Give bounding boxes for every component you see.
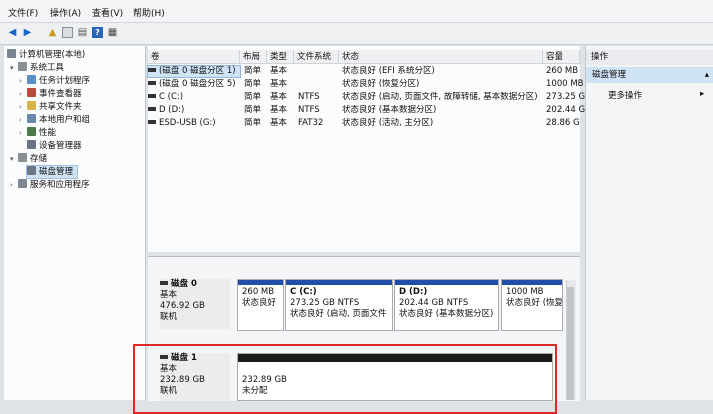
column-header-filesystem[interactable]: 文件系统: [294, 50, 339, 64]
cell-layout: 简单: [244, 105, 262, 115]
back-arrow-icon[interactable]: ◀: [7, 27, 18, 38]
cell-status: 状态良好 (启动, 页面文件, 故障转储, 基本数据分区): [342, 92, 538, 102]
cell-status: 状态良好 (基本数据分区): [342, 105, 437, 115]
help-icon[interactable]: ?: [92, 27, 103, 38]
clock-icon: [27, 75, 36, 84]
menu-action[interactable]: 操作(A): [50, 6, 81, 19]
partition-recovery[interactable]: 1000 MB 状态良好 (恢复: [501, 279, 563, 331]
device-icon: [27, 140, 36, 149]
cell-status: 状态良好 (EFI 系统分区): [342, 66, 435, 76]
cell-status: 状态良好 (恢复分区): [342, 79, 420, 89]
navigation-tree: 计算机管理(本地) ▾ 系统工具 › 任务计划程序 › 事件查看器 › 共享文件夹 › 本…: [4, 46, 146, 400]
tree-item-storage[interactable]: ▾ 存储: [10, 153, 47, 165]
cell-filesystem: NTFS: [298, 105, 320, 115]
actions-pane: 操作 磁盘管理 ▴ 更多操作 ▸: [585, 46, 713, 400]
cell-status: 状态良好 (活动, 主分区): [342, 118, 434, 128]
disk0-label[interactable]: 磁盘 0 基本 476.92 GB 联机: [160, 279, 230, 329]
cell-capacity: 273.25 G: [546, 92, 586, 102]
tree-item-task-scheduler[interactable]: › 任务计划程序: [19, 75, 90, 87]
volume-icon: [148, 68, 156, 72]
table-row-volume-cell[interactable]: D (D:): [148, 105, 240, 116]
cell-type: 基本: [270, 105, 288, 115]
computer-icon: [7, 49, 16, 58]
volume-icon: [148, 81, 156, 85]
tools-icon: [18, 62, 27, 71]
cell-capacity: 28.86 G: [546, 118, 580, 128]
disk-icon: [160, 281, 168, 285]
cell-type: 基本: [270, 92, 288, 102]
cell-layout: 简单: [244, 118, 262, 128]
partition-bar: [238, 280, 283, 285]
table-row-volume-cell[interactable]: (磁盘 0 磁盘分区 5): [148, 79, 240, 90]
tree-item-shared-folders[interactable]: › 共享文件夹: [19, 101, 82, 113]
partition-c[interactable]: C (C:) 273.25 GB NTFS 状态良好 (启动, 页面文件: [285, 279, 393, 331]
highlight-box: [133, 344, 557, 414]
cell-filesystem: FAT32: [298, 118, 324, 128]
cell-capacity: 1000 MB: [546, 79, 584, 89]
volume-icon: [148, 94, 156, 98]
cell-type: 基本: [270, 66, 288, 76]
cell-layout: 简单: [244, 66, 262, 76]
view-list-icon[interactable]: ▦: [107, 27, 118, 38]
volume-icon: [148, 107, 156, 111]
cell-type: 基本: [270, 79, 288, 89]
tree-item-device-manager[interactable]: 设备管理器: [27, 140, 82, 152]
toolbar: ◀ ▶ ▲ ▤ ? ▦: [0, 23, 713, 45]
tree-item-performance[interactable]: › 性能: [19, 127, 56, 139]
cell-layout: 简单: [244, 79, 262, 89]
column-header-layout[interactable]: 布局: [240, 50, 267, 64]
cell-capacity: 260 MB: [546, 66, 579, 76]
cell-layout: 简单: [244, 92, 262, 102]
partition-bar: [502, 280, 562, 285]
volume-icon: [148, 120, 156, 124]
disk-icon: [27, 166, 36, 175]
column-header-capacity[interactable]: 容量: [543, 50, 580, 64]
show-hide-tree-icon[interactable]: [62, 27, 73, 38]
tree-item-system-tools[interactable]: ▾ 系统工具: [10, 62, 64, 74]
column-header-type[interactable]: 类型: [267, 50, 294, 64]
cell-type: 基本: [270, 118, 288, 128]
tree-item-event-viewer[interactable]: › 事件查看器: [19, 88, 82, 100]
menu-view[interactable]: 查看(V): [92, 6, 123, 19]
cell-capacity: 202.44 G: [546, 105, 586, 115]
partition-d[interactable]: D (D:) 202.44 GB NTFS 状态良好 (基本数据分区): [394, 279, 499, 331]
scrollbar-thumb[interactable]: [567, 287, 574, 400]
column-header-status[interactable]: 状态: [339, 50, 543, 64]
action-disk-management[interactable]: 磁盘管理 ▴: [586, 67, 713, 83]
event-icon: [27, 88, 36, 97]
folder-icon: [27, 101, 36, 110]
actions-header: 操作: [586, 50, 713, 65]
table-row-volume-cell[interactable]: C (C:): [148, 92, 240, 103]
table-row-volume-cell[interactable]: ESD-USB (G:): [148, 118, 240, 129]
triangle-up-icon: ▴: [704, 70, 709, 80]
cell-filesystem: NTFS: [298, 92, 320, 102]
storage-icon: [18, 153, 27, 162]
services-icon: [18, 179, 27, 188]
triangle-right-icon: ▸: [700, 89, 705, 99]
partition-efi[interactable]: 260 MB 状态良好: [237, 279, 284, 331]
tree-item-disk-management[interactable]: 磁盘管理: [25, 165, 79, 179]
forward-arrow-icon[interactable]: ▶: [22, 27, 33, 38]
table-row-volume-cell[interactable]: (磁盘 0 磁盘分区 1): [147, 65, 241, 78]
tree-item-computer-management[interactable]: 计算机管理(本地): [7, 49, 85, 61]
partition-bar: [395, 280, 498, 285]
tree-item-local-users[interactable]: › 本地用户和组: [19, 114, 90, 126]
performance-icon: [27, 127, 36, 136]
column-header-volume[interactable]: 卷: [148, 50, 240, 64]
partition-bar: [286, 280, 392, 285]
up-folder-icon[interactable]: ▲: [47, 27, 58, 38]
properties-icon[interactable]: ▤: [77, 27, 88, 38]
action-more-actions[interactable]: 更多操作 ▸: [608, 89, 704, 101]
volume-list: 卷 布局 类型 文件系统 状态 容量 (磁盘 0 磁盘分区 1) 简单 基本 状…: [147, 46, 585, 252]
users-icon: [27, 114, 36, 123]
menu-file[interactable]: 文件(F): [8, 6, 38, 19]
menu-bar: 文件(F) 操作(A) 查看(V) 帮助(H): [0, 0, 713, 23]
tree-item-services-apps[interactable]: › 服务和应用程序: [10, 179, 90, 191]
menu-help[interactable]: 帮助(H): [133, 6, 165, 19]
